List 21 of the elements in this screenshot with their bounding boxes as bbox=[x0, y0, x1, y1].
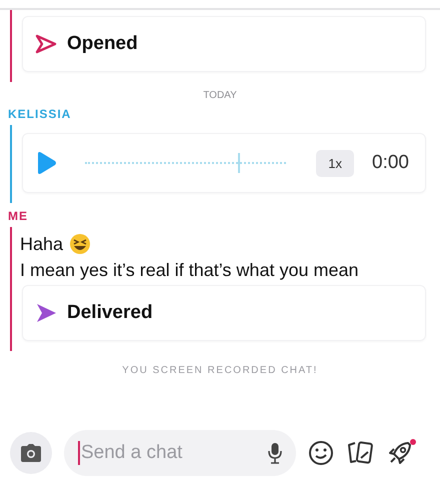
smiley-icon[interactable] bbox=[308, 440, 334, 466]
status-label: Opened bbox=[67, 33, 138, 55]
play-icon[interactable] bbox=[35, 151, 57, 175]
system-notice: YOU SCREEN RECORDED CHAT! bbox=[122, 365, 318, 376]
microphone-icon[interactable] bbox=[268, 442, 282, 464]
message-text: I mean yes it’s real if that’s what you mean bbox=[20, 260, 359, 280]
cards-icon[interactable] bbox=[346, 440, 374, 466]
hollow-arrow-icon bbox=[35, 34, 57, 54]
chat-field[interactable]: Send a chat bbox=[64, 430, 296, 476]
date-divider: TODAY bbox=[203, 90, 237, 101]
sender-name: ME bbox=[8, 209, 29, 223]
message-text: Haha bbox=[20, 234, 64, 254]
camera-icon bbox=[21, 444, 41, 462]
rocket-icon[interactable] bbox=[386, 439, 414, 467]
chat-input[interactable]: Send a chat bbox=[78, 441, 262, 465]
speed-button[interactable]: 1x bbox=[316, 150, 354, 176]
arrow-icon bbox=[35, 303, 57, 323]
sender-name: KELISSIA bbox=[8, 107, 72, 121]
duration: 0:00 bbox=[372, 152, 409, 174]
camera-button[interactable] bbox=[10, 432, 52, 474]
status-label: Delivered bbox=[67, 302, 153, 324]
